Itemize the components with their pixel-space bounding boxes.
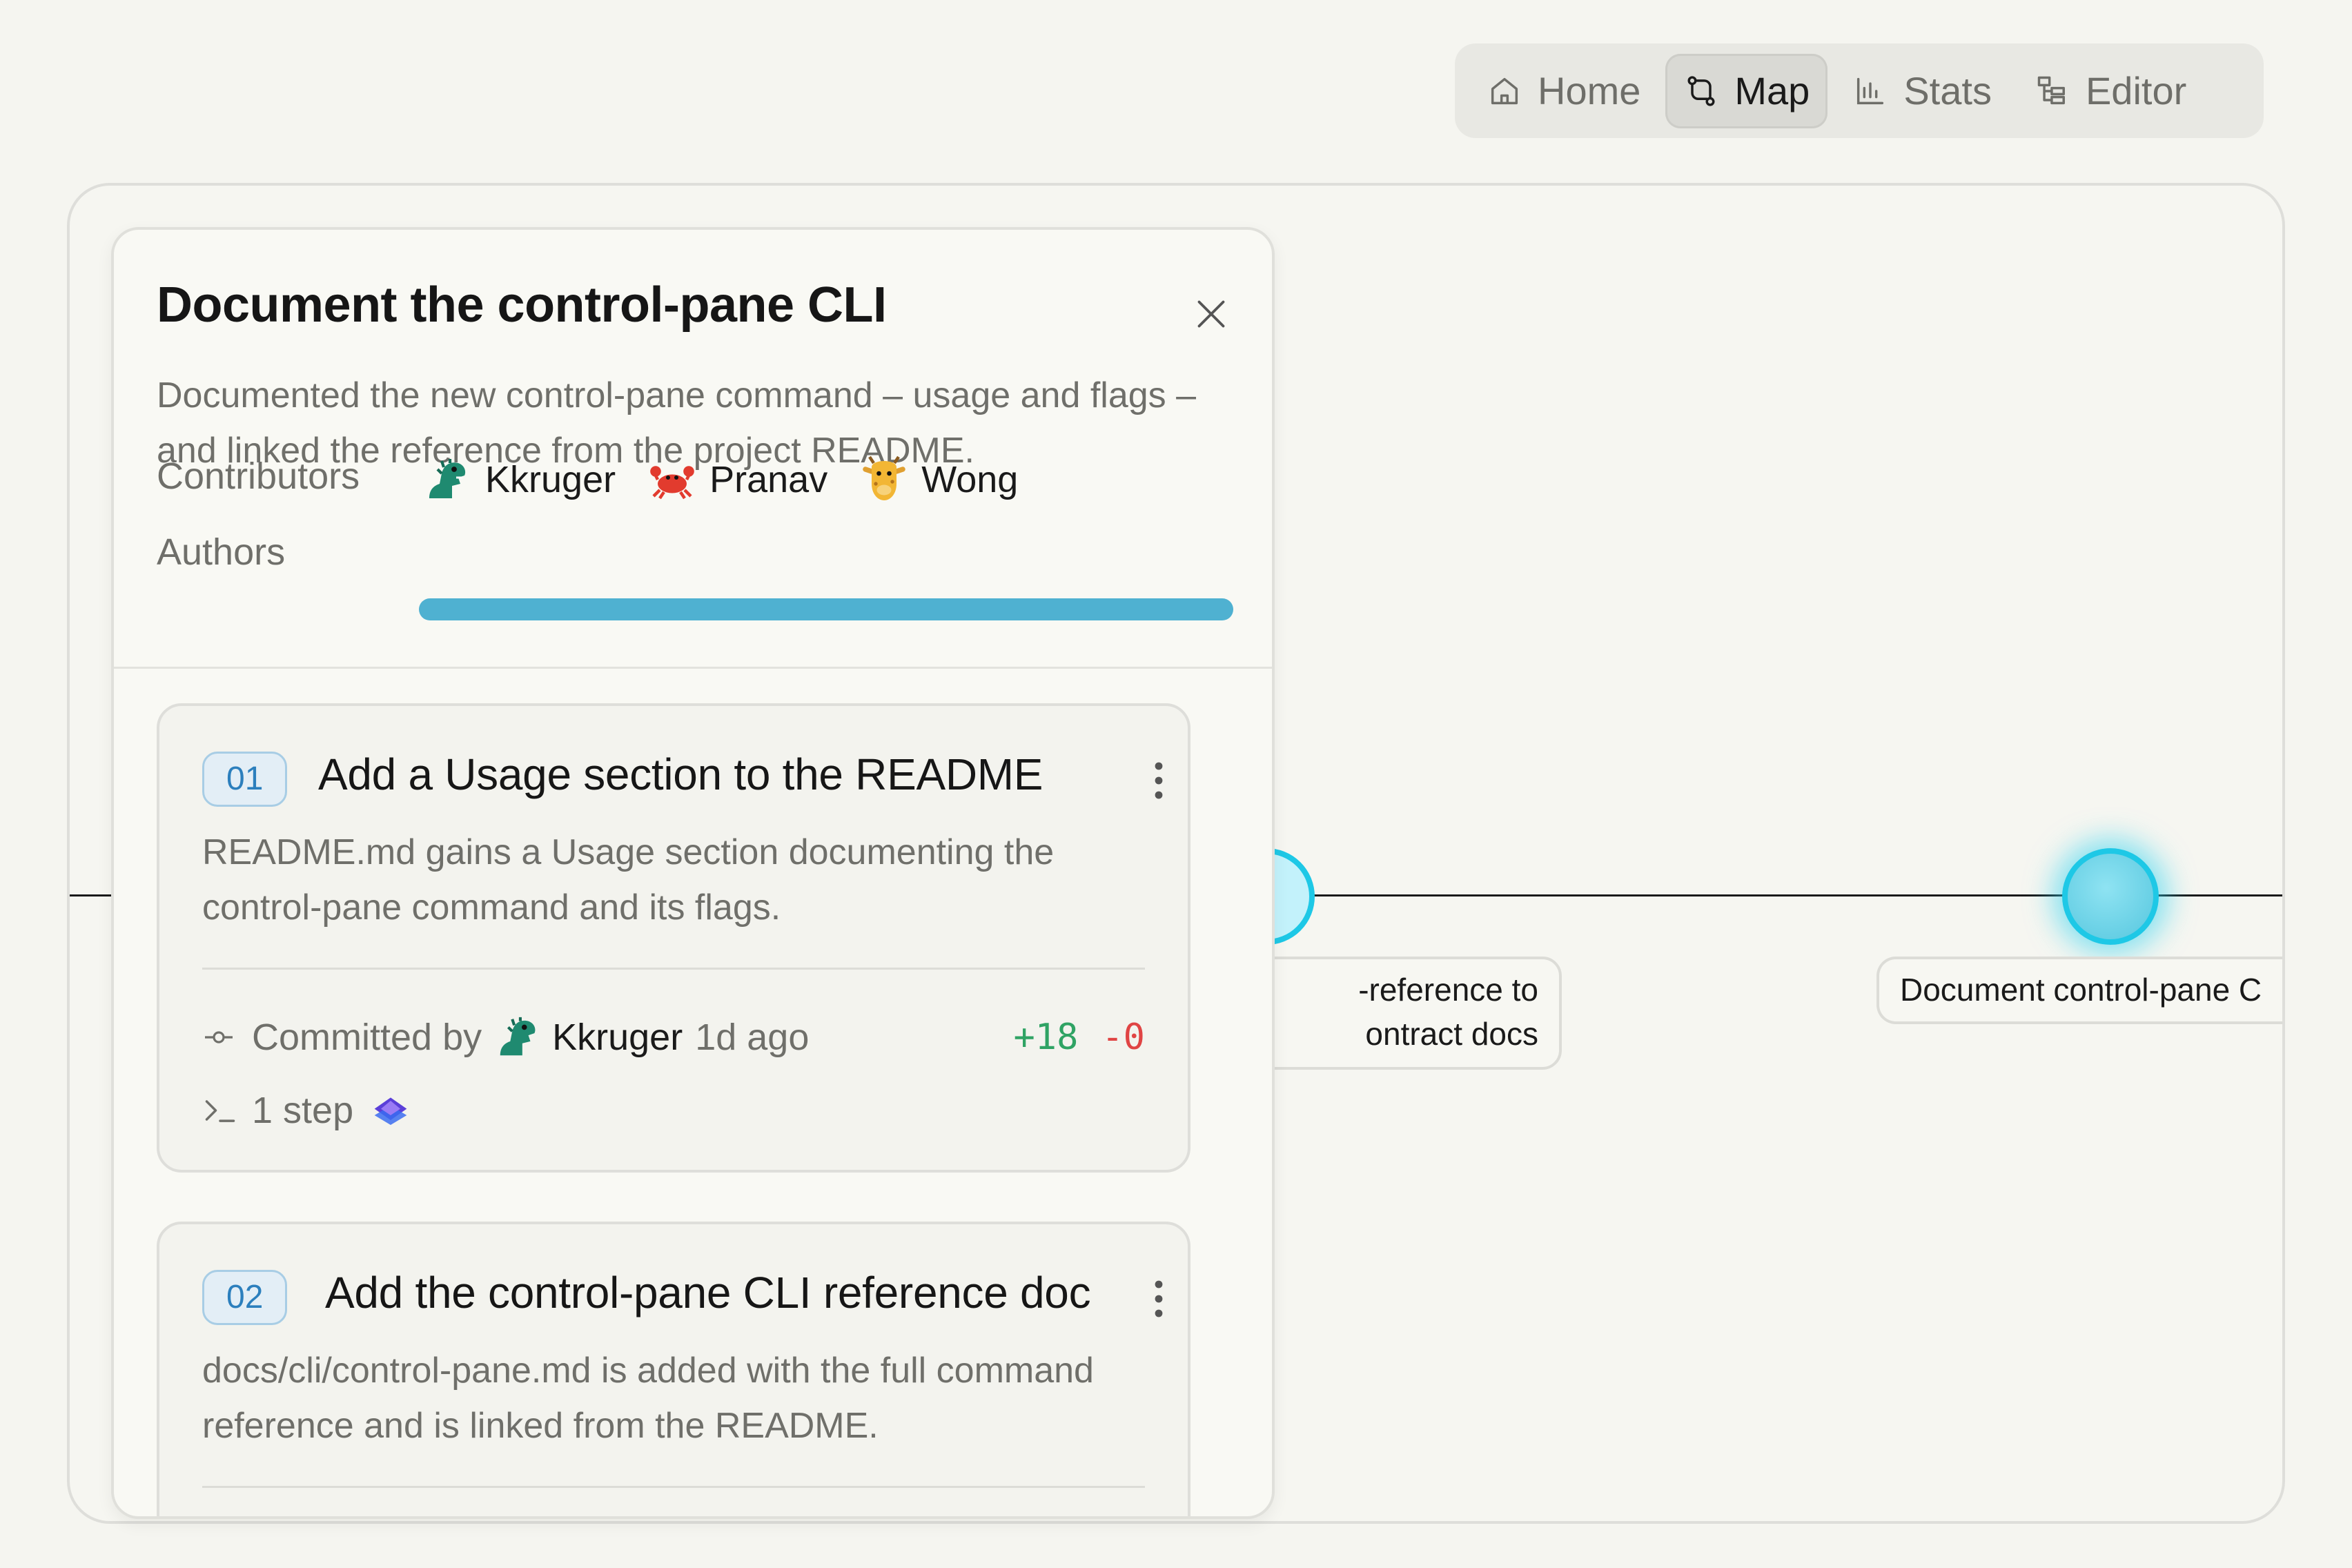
nav-map-label: Map [1734,69,1810,112]
contributor[interactable]: Pranav [647,455,827,504]
contributors-label: Contributors [157,455,360,497]
committed-by-label: Committed by [252,1017,482,1058]
detail-panel: Document the control-pane CLI Documented… [111,227,1275,1519]
contributors-list: Kkruger Pranav Wong [423,455,1050,504]
map-node-label-selected[interactable]: Document control-pane C [1876,957,2282,1024]
nav-stats-button[interactable]: Stats [1834,54,2010,128]
top-nav: Home Map Stats Editor [1455,43,2264,138]
step-description: docs/cli/control-pane.md is added with t… [202,1351,1094,1446]
more-options-icon[interactable] [1150,1278,1167,1320]
commit-icon [205,1031,233,1043]
close-icon[interactable] [1190,293,1232,335]
authors-label: Authors [157,531,286,573]
nav-editor-label: Editor [2085,69,2187,112]
step-description: README.md gains a Usage section document… [202,832,1055,928]
dinosaur-icon [429,459,466,498]
step-card[interactable]: 01 Add a Usage section to the README REA… [157,703,1190,1173]
step-title: Add the control-pane CLI reference doc [325,1268,1091,1317]
git-branch-icon [1687,75,1715,106]
bar-chart-icon [1857,77,1884,104]
nav-home-button[interactable]: Home [1469,54,1658,128]
commit-time: 1d ago [695,1017,810,1058]
crab-icon [650,466,694,500]
step-number-badge: 02 [202,1270,288,1325]
map-node-selected[interactable] [2062,848,2159,945]
steps-count: 1 step [252,1090,354,1131]
home-icon [1491,77,1518,104]
step-title: Add a Usage section to the README [318,749,1043,799]
contributor-name: Pranav [709,459,828,500]
card-divider [202,1486,1145,1488]
nav-home-label: Home [1538,69,1641,112]
step-number-badge: 01 [202,752,288,807]
tree-icon [2037,76,2065,104]
diff-stats: +18 -0 [1013,1017,1145,1058]
dinosaur-icon [500,1017,536,1056]
authors-bar [419,598,1233,620]
terminal-icon [205,1100,235,1122]
contributor[interactable]: Wong [859,455,1018,504]
card-divider [202,968,1145,970]
nav-map-button[interactable]: Map [1665,53,1828,128]
diff-additions: +18 [1013,1017,1079,1058]
steps-row[interactable]: 1 step [202,1089,410,1132]
contributor[interactable]: Kkruger [423,455,616,504]
panel-header: Document the control-pane CLI Documented… [114,230,1272,669]
diff-deletions: -0 [1101,1017,1145,1058]
contributor-name: Wong [921,459,1019,500]
contributor-name: Kkruger [485,459,616,500]
agent-logo-icon [374,1097,407,1125]
panel-title: Document the control-pane CLI [157,277,887,333]
step-card[interactable]: 02 Add the control-pane CLI reference do… [157,1222,1190,1516]
commit-author[interactable]: Kkruger [552,1016,683,1059]
nav-stats-label: Stats [1903,69,1992,112]
more-options-icon[interactable] [1150,760,1167,801]
commit-row: Committed by Kkruger 1d ago +18 -0 [202,1010,1145,1065]
nav-editor-button[interactable]: Editor [2017,54,2204,128]
giraffe-icon [863,455,905,500]
